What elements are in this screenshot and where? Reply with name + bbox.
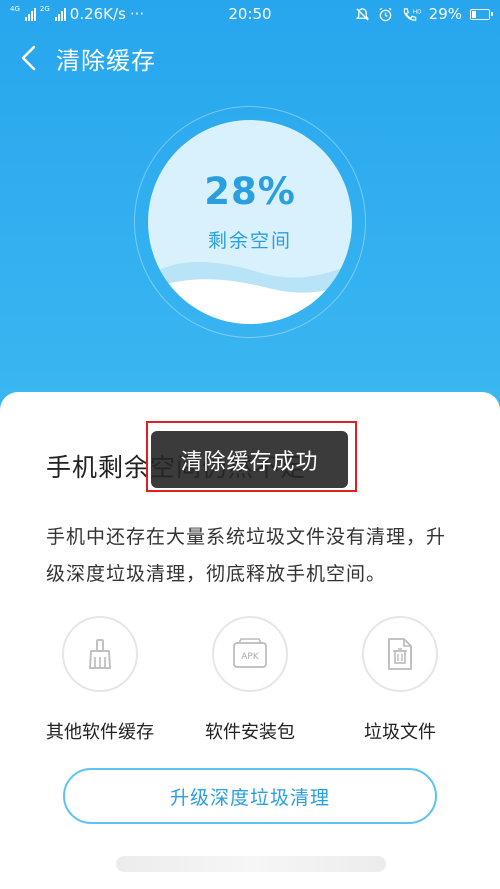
signal-icon bbox=[24, 7, 36, 21]
title-bar: 清除缓存 bbox=[0, 30, 500, 86]
network-type-4g: 4G bbox=[10, 4, 20, 13]
page-title: 清除缓存 bbox=[56, 46, 156, 75]
feature-other-app-cache[interactable]: 其他软件缓存 bbox=[20, 616, 180, 744]
alarm-off-icon bbox=[355, 7, 369, 21]
highlight-box bbox=[146, 421, 357, 492]
apk-package-icon: APK bbox=[212, 616, 288, 692]
signal-icon-2 bbox=[54, 7, 66, 21]
chevron-left-icon bbox=[21, 45, 36, 71]
battery-percent: 29% bbox=[428, 5, 462, 23]
feature-install-packages[interactable]: APK 软件安装包 bbox=[170, 616, 330, 744]
apk-icon-text: APK bbox=[241, 652, 260, 662]
feature-label: 软件安装包 bbox=[205, 722, 295, 743]
storage-gauge bbox=[148, 120, 352, 324]
status-bar: 4G 2G 0.26K/s ··· 20:50 HD 29% bbox=[0, 0, 500, 28]
network-speed: 0.26K/s bbox=[69, 5, 126, 23]
remaining-percent: 28% bbox=[204, 170, 296, 213]
alarm-clock-icon bbox=[379, 7, 392, 21]
network-type-2g: 2G bbox=[39, 4, 50, 13]
back-button[interactable] bbox=[0, 30, 56, 86]
remaining-label: 剩余空间 bbox=[207, 230, 292, 252]
feature-label: 垃圾文件 bbox=[364, 722, 436, 743]
more-notifications: ··· bbox=[129, 5, 145, 23]
bottom-link-placeholder bbox=[116, 856, 386, 872]
trash-file-icon bbox=[362, 616, 438, 692]
battery-icon bbox=[470, 8, 493, 20]
card-description: 手机中还存在大量系统垃圾文件没有清理，升级深度垃圾清理，彻底释放手机空间。 bbox=[46, 526, 447, 585]
broom-icon bbox=[62, 616, 138, 692]
svg-text:HD: HD bbox=[413, 9, 421, 15]
feature-junk-files[interactable]: 垃圾文件 bbox=[320, 616, 480, 744]
hd-call-icon: HD bbox=[403, 7, 421, 21]
feature-label: 其他软件缓存 bbox=[46, 722, 154, 743]
upgrade-deep-clean-button[interactable]: 升级深度垃圾清理 bbox=[63, 768, 437, 824]
